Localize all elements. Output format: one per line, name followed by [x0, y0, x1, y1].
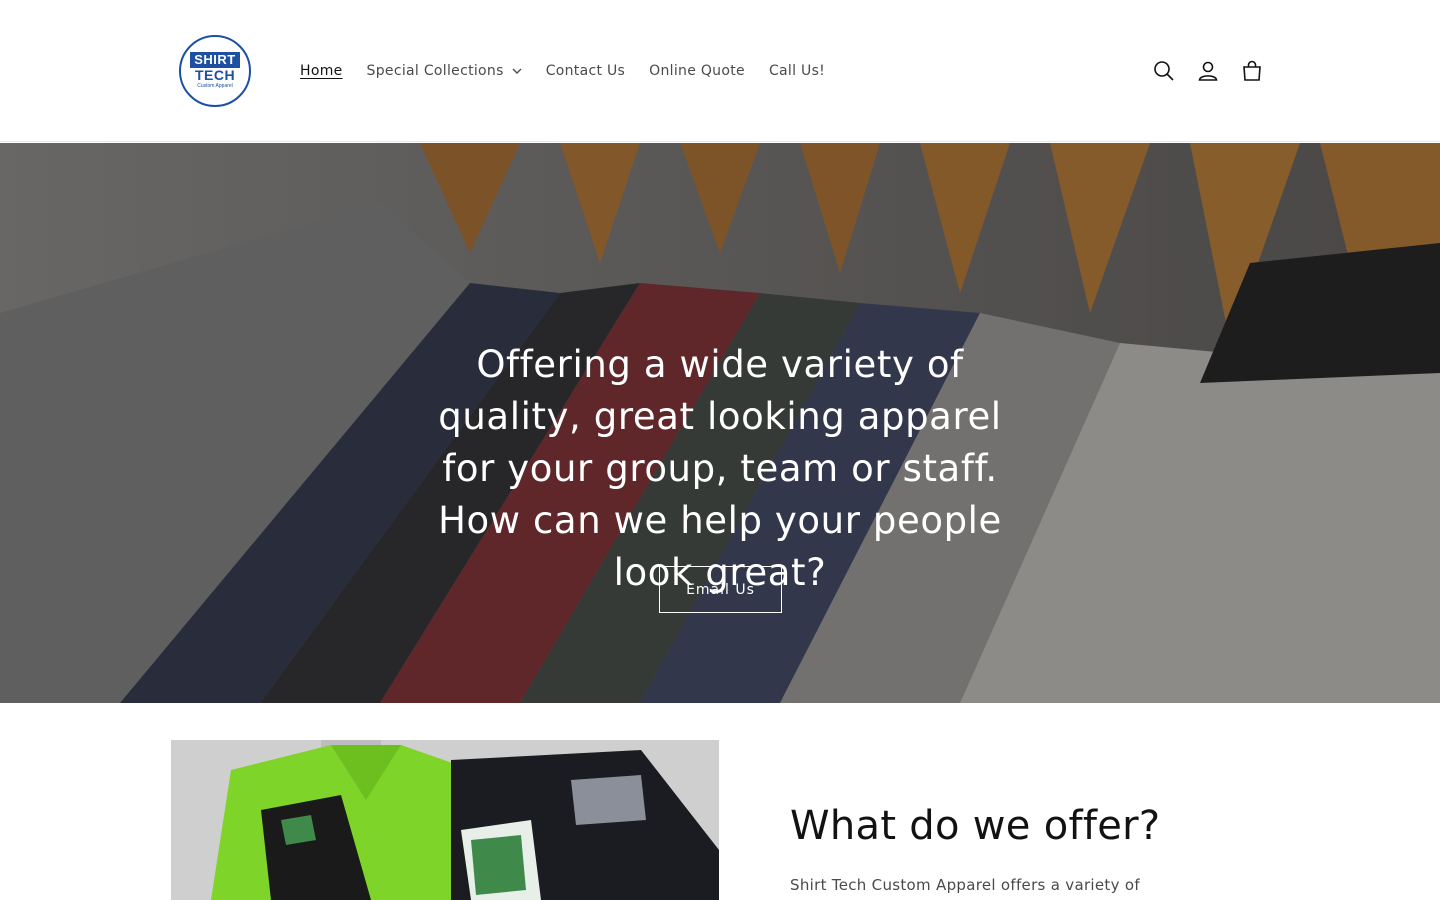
logo-line-2: TECH [194, 67, 236, 83]
nav-special-collections[interactable]: Special Collections [355, 63, 534, 79]
account-icon [1198, 61, 1218, 81]
search-button[interactable] [1146, 53, 1182, 89]
branded-apparel-image [171, 740, 719, 900]
nav-contact-us[interactable]: Contact Us [534, 63, 637, 79]
nav-online-quote[interactable]: Online Quote [637, 63, 757, 79]
logo-line-1: SHIRT [190, 52, 240, 68]
nav-special-collections-label: Special Collections [366, 63, 504, 79]
site-header: SHIRT TECH Custom Apparel Home Special C… [0, 0, 1440, 142]
offer-description: Shirt Tech Custom Apparel offers a varie… [790, 876, 1140, 894]
cart-button[interactable] [1234, 53, 1270, 89]
header-icons [1146, 53, 1278, 89]
shirt-tech-logo[interactable]: SHIRT TECH Custom Apparel [179, 35, 251, 107]
hero-banner: Offering a wide variety of quality, grea… [0, 143, 1440, 703]
hero-heading: Offering a wide variety of quality, grea… [438, 343, 1002, 594]
nav-home[interactable]: Home [288, 63, 355, 79]
main-nav: Home Special Collections Contact Us Onli… [288, 58, 837, 84]
cart-icon [1243, 60, 1261, 81]
nav-call-us[interactable]: Call Us! [757, 63, 837, 79]
offer-heading: What do we offer? [790, 803, 1161, 849]
chevron-down-icon [512, 68, 522, 74]
logo-line-3: Custom Apparel [197, 83, 233, 89]
apparel-photo [171, 740, 719, 900]
search-icon [1154, 61, 1174, 81]
email-us-button[interactable]: Email Us [659, 566, 782, 613]
account-button[interactable] [1190, 53, 1226, 89]
